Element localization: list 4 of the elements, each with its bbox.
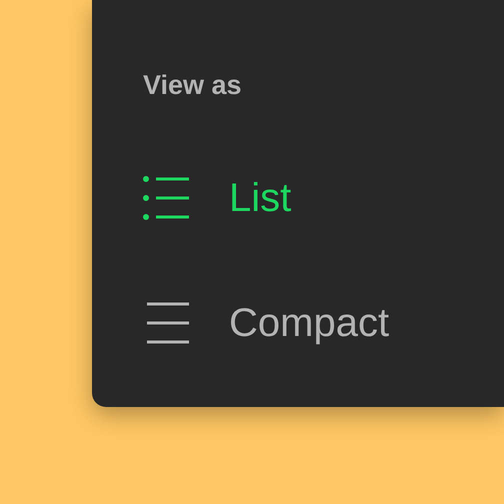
menu-heading: View as — [143, 69, 242, 102]
view-option[interactable]: List — [143, 174, 292, 222]
view-option[interactable]: Compact — [143, 299, 390, 347]
list-icon — [143, 176, 189, 220]
